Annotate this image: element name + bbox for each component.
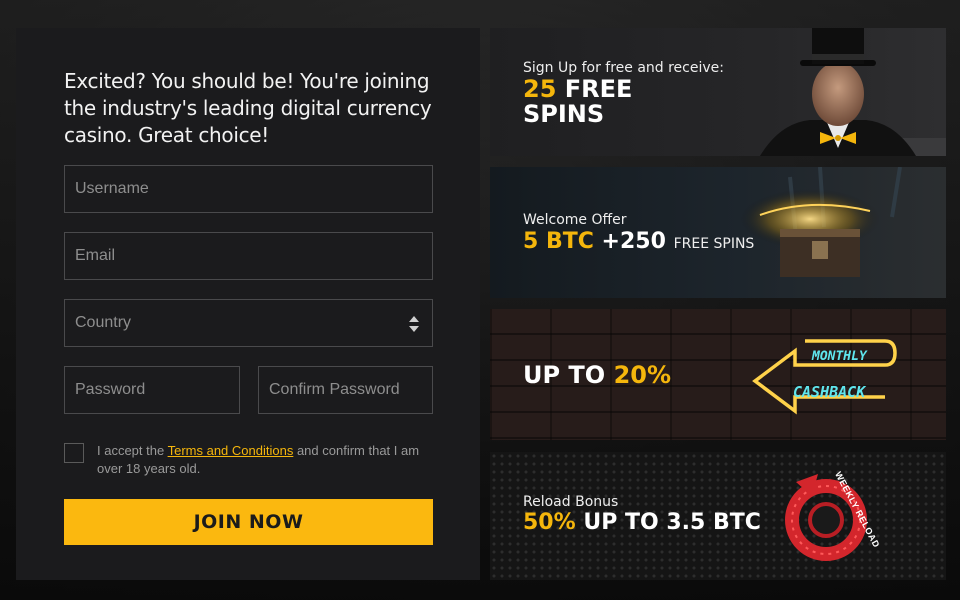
promo-monthly-cashback[interactable]: UP TO 20% MONTHLY CASHBACK	[490, 309, 946, 440]
signup-form-panel: Excited? You should be! You're joining t…	[16, 28, 480, 580]
password-field[interactable]	[64, 366, 240, 414]
gentleman-mascot-icon	[760, 28, 946, 156]
country-select-value: Country	[75, 314, 132, 331]
password-input[interactable]	[75, 367, 239, 413]
promo-2-bonus: +250	[593, 229, 674, 254]
email-field[interactable]	[64, 232, 433, 280]
promo-1-spins: SPINS	[523, 100, 605, 128]
promo-2-subtitle: Welcome Offer	[523, 212, 627, 228]
promo-1-subtitle: Sign Up for free and receive:	[523, 60, 724, 76]
promo-4-rest: UP TO 3.5 BTC	[575, 510, 761, 535]
promo-1-headline: 25 FREE	[523, 76, 632, 102]
intro-text: Excited? You should be! You're joining t…	[64, 69, 432, 147]
country-select[interactable]: Country	[64, 299, 433, 347]
confirm-password-input[interactable]	[269, 367, 432, 413]
neon-monthly: MONTHLY	[812, 349, 867, 364]
promo-3-prefix: UP TO	[523, 361, 614, 389]
neon-arrow-icon	[752, 339, 897, 415]
username-field[interactable]	[64, 165, 433, 213]
promo-welcome-offer[interactable]: Welcome Offer 5 BTC +250 FREE SPINS	[490, 167, 946, 298]
terms-text: I accept the Terms and Conditions and co…	[97, 442, 437, 478]
terms-link[interactable]: Terms and Conditions	[168, 443, 294, 458]
terms-prefix: I accept the	[97, 443, 168, 458]
promo-reload-bonus[interactable]: Reload Bonus 50% UP TO 3.5 BTC WEEKLY RE…	[490, 452, 946, 580]
email-input[interactable]	[75, 233, 432, 279]
promo-free-spins[interactable]: Sign Up for free and receive: 25 FREE SP…	[490, 28, 946, 156]
promo-2-headline: 5 BTC +250 FREE SPINS	[523, 229, 754, 254]
select-arrows-icon	[409, 316, 419, 332]
promo-4-highlight: 50%	[523, 510, 576, 535]
terms-checkbox[interactable]	[64, 443, 84, 463]
join-now-button[interactable]: JOIN NOW	[64, 499, 433, 545]
promo-4-subtitle: Reload Bonus	[523, 494, 619, 510]
promo-4-headline: 50% UP TO 3.5 BTC	[523, 510, 761, 535]
promo-1-highlight: 25	[523, 75, 557, 103]
promo-1-free: FREE	[556, 75, 633, 103]
promo-2-free-spins: FREE SPINS	[673, 236, 755, 252]
neon-cashback: CASHBACK	[793, 383, 866, 401]
promo-3-headline: UP TO 20%	[523, 361, 671, 389]
promo-2-highlight: 5 BTC	[523, 229, 594, 254]
username-input[interactable]	[75, 166, 432, 212]
confirm-password-field[interactable]	[258, 366, 433, 414]
promo-3-highlight: 20%	[613, 361, 672, 389]
